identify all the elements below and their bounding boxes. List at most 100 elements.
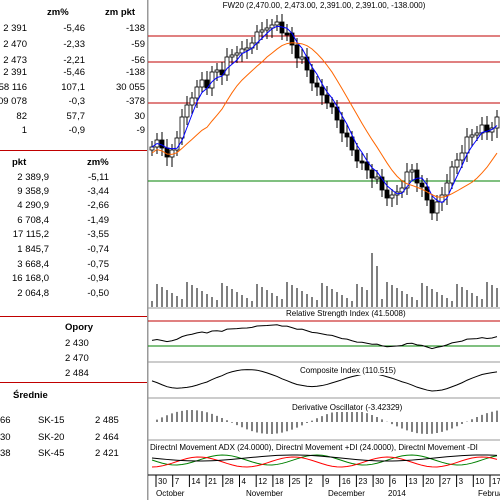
date-tick-label: 18 — [275, 477, 284, 486]
chart-area[interactable]: FW20 (2,470.00, 2,473.00, 2,391.00, 2,39… — [148, 0, 500, 500]
date-tick-label: 4 — [242, 477, 247, 486]
quote-pct: -0,9 — [68, 125, 85, 136]
candle — [359, 160, 365, 164]
indices-header-pkt: pkt — [12, 157, 27, 168]
candle — [274, 21, 280, 26]
composite-label: Composite Index (110.515) — [300, 366, 396, 375]
candle — [354, 149, 360, 162]
quote-pct: 57,7 — [66, 111, 86, 122]
date-tick-label: 30 — [375, 477, 384, 486]
resistance-title: Opory — [65, 322, 93, 333]
average-left: 38 — [0, 448, 11, 459]
month-label: December — [328, 489, 365, 498]
section-divider — [0, 382, 147, 383]
month-label: 2014 — [388, 489, 406, 498]
candle — [454, 159, 460, 168]
candle — [184, 104, 190, 118]
candle — [339, 119, 345, 134]
candle — [264, 27, 270, 31]
section-divider — [0, 316, 147, 317]
month-label: November — [246, 489, 283, 498]
index-value: 9 358,9 — [17, 186, 49, 197]
quote-pts: -138 — [125, 67, 145, 78]
quote-pts: -59 — [131, 39, 145, 50]
rsi-label: Relative Strength Index (41.5008) — [286, 309, 406, 318]
quote-value: 2 391 — [3, 23, 27, 34]
quote-value: 2 470 — [3, 39, 27, 50]
candle — [319, 86, 325, 96]
index-value: 2 064,8 — [17, 288, 49, 299]
quote-pct: -2,33 — [63, 39, 85, 50]
quote-pts: -378 — [125, 96, 145, 107]
candle — [409, 169, 415, 173]
date-tick-label: 30 — [158, 477, 167, 486]
candle — [304, 56, 310, 71]
resistance-value: 2 484 — [65, 368, 89, 379]
quotes-header-pts: zm pkt — [105, 7, 136, 18]
candle — [159, 139, 165, 149]
index-value: 17 115,2 — [12, 229, 49, 240]
quote-value: 58 116 — [0, 82, 27, 93]
candle — [234, 52, 240, 56]
candle — [344, 132, 350, 138]
candle — [429, 199, 435, 214]
index-pct: -0,74 — [87, 244, 109, 255]
moving-average-slow — [151, 42, 498, 198]
candle — [224, 56, 230, 76]
moving-average-fast — [151, 25, 498, 204]
date-tick-label: 12 — [258, 477, 267, 486]
date-tick-label: 14 — [191, 477, 200, 486]
candle — [214, 69, 220, 73]
quotes-header-pct: zm% — [47, 7, 69, 18]
candle — [309, 69, 315, 84]
indices-header-pct: zm% — [87, 157, 109, 168]
date-tick-label: 20 — [425, 477, 434, 486]
quote-pts: -56 — [131, 55, 145, 66]
index-pct: -1,49 — [87, 215, 109, 226]
index-pct: -3,44 — [87, 186, 109, 197]
quote-pct: -5,46 — [63, 23, 85, 34]
quote-pts: -138 — [125, 23, 145, 34]
candle — [164, 147, 170, 158]
dm-label: Directnl Movement ADX (24.0000), Directn… — [150, 443, 500, 452]
index-value: 2 389,9 — [17, 172, 49, 183]
date-tick-label: 10 — [475, 477, 484, 486]
candle — [189, 97, 195, 106]
month-label: October — [156, 489, 185, 498]
candle — [419, 182, 425, 188]
date-tick-label: 13 — [409, 477, 418, 486]
date-tick-label: 27 — [442, 477, 451, 486]
candle — [384, 189, 390, 199]
date-tick-label: 23 — [358, 477, 367, 486]
index-pct: -2,66 — [87, 200, 109, 211]
quote-value: 1 — [21, 125, 27, 136]
average-left: 30 — [0, 432, 11, 443]
candle — [464, 136, 470, 154]
average-value: 2 421 — [95, 448, 119, 459]
month-label: Februa — [478, 489, 500, 498]
candle — [459, 152, 465, 161]
candle — [474, 132, 480, 136]
candle — [374, 176, 380, 180]
candle — [434, 201, 440, 214]
quote-value: 2 473 — [3, 55, 27, 66]
quotes-panel: zm% zm pkt 2 391 -5,46 -138 2 470 -2,33 … — [0, 0, 148, 500]
candle — [389, 194, 395, 199]
average-left: 66 — [0, 415, 11, 426]
average-value: 2 485 — [95, 415, 119, 426]
quote-pts: -9 — [136, 125, 145, 136]
quote-pct: 107,1 — [61, 82, 85, 93]
price-chart[interactable]: 30 7 14 21 28 4 12 18 25 2 9 16 23 30 6 13 20 27 3 10 17 Octo… — [148, 0, 500, 500]
index-value: 6 708,4 — [17, 215, 49, 226]
index-value: 16 168,0 — [12, 273, 49, 284]
candle — [414, 169, 420, 184]
date-tick-label: 28 — [225, 477, 234, 486]
average-label: SK-20 — [38, 432, 65, 443]
section-divider — [0, 150, 147, 151]
candle — [299, 56, 305, 60]
resistance-value: 2 470 — [65, 353, 89, 364]
averages-title: Średnie — [13, 390, 48, 401]
date-tick-label: 6 — [392, 477, 397, 486]
index-pct: -0,50 — [87, 288, 109, 299]
average-label: SK-15 — [38, 415, 65, 426]
